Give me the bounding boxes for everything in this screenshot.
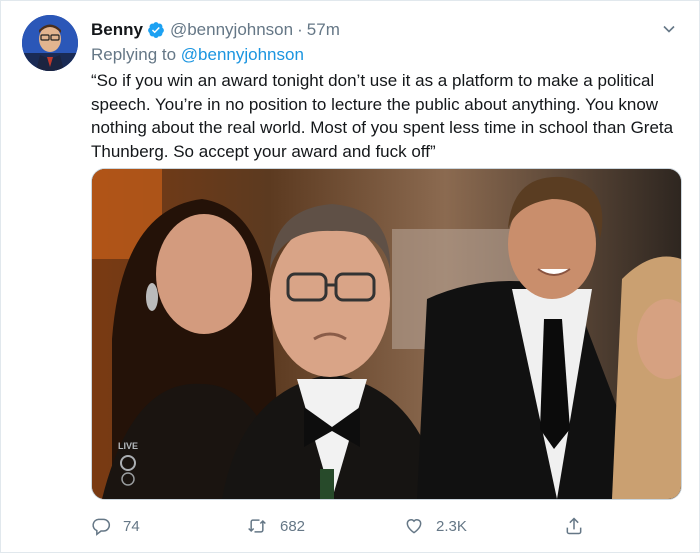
share-button[interactable]: [564, 509, 584, 543]
reply-icon: [92, 518, 111, 536]
photo: LIVE: [92, 169, 681, 499]
retweet-button[interactable]: 682: [246, 509, 305, 543]
timestamp[interactable]: 57m: [307, 20, 340, 40]
retweet-count: 682: [280, 517, 306, 535]
like-count: 2.3K: [436, 517, 467, 535]
retweet-icon: [248, 519, 266, 533]
reply-to-handle-link[interactable]: @bennyjohnson: [181, 45, 304, 64]
tweet-media-image[interactable]: LIVE: [91, 168, 682, 500]
like-button[interactable]: 2.3K: [404, 509, 467, 543]
handle[interactable]: @bennyjohnson: [170, 20, 293, 40]
like-icon: [406, 519, 422, 534]
replying-to-label: Replying to: [91, 45, 177, 64]
reply-button[interactable]: 74: [91, 509, 140, 543]
reply-count: 74: [123, 517, 140, 535]
avatar-image: [22, 15, 78, 71]
replying-to: Replying to @bennyjohnson: [91, 45, 304, 65]
separator-dot: ·: [297, 20, 303, 39]
verified-badge-icon: [147, 21, 165, 39]
live-overlay-text: LIVE: [118, 441, 138, 451]
tweet-header: Benny @bennyjohnson · 57m: [91, 19, 340, 41]
tweet-text: “So if you win an award tonight don’t us…: [91, 71, 674, 161]
chevron-down-icon[interactable]: [659, 19, 679, 39]
avatar[interactable]: [22, 15, 78, 71]
tweet-actions: 74 682 2.3K: [91, 509, 591, 543]
share-icon: [566, 517, 582, 535]
display-name[interactable]: Benny: [91, 20, 143, 40]
